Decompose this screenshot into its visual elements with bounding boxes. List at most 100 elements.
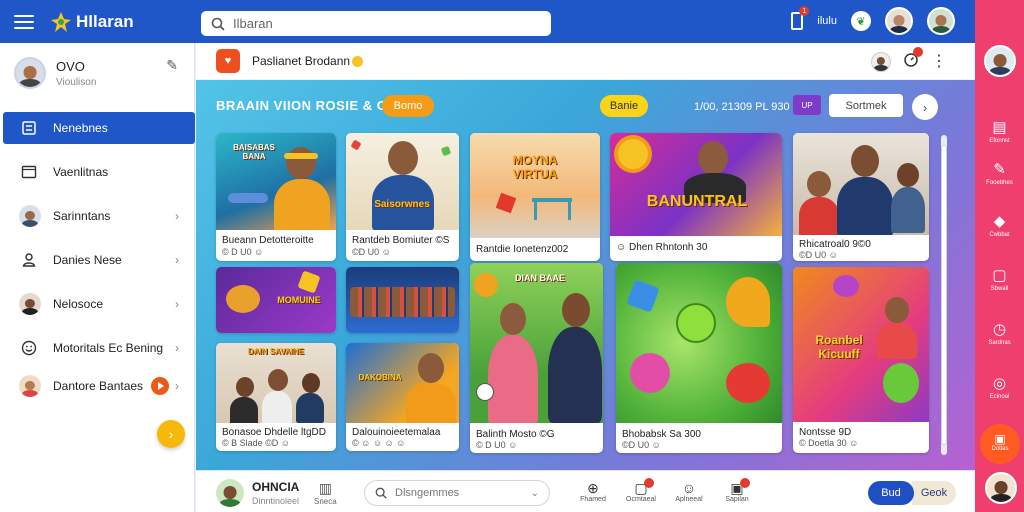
edit-icon[interactable]: ✎ [166,57,178,74]
avatar[interactable] [984,45,1016,77]
video-card[interactable]: Rhicatroal0 9©0 ©D U0 ☺ [793,133,929,261]
filter-pill-yellow[interactable]: Banie [600,95,648,117]
profile-header[interactable]: OVO Vioulison [0,43,194,103]
video-card[interactable]: BAISABAS BANA Bueann Detotteroitte © D U… [216,133,336,261]
leaf-icon[interactable]: ❦ [851,11,871,31]
video-thumbnail: DAKOBINA [346,343,459,423]
chat-button[interactable]: ▢ Ocmtaeal [624,478,658,503]
user-avatar[interactable] [985,472,1017,504]
profile-subtitle: Vioulison [56,76,97,88]
rail-item-chat[interactable]: ◆ Cwbbat [977,212,1022,238]
sidebar-item-label: Nenebnes [53,121,108,135]
video-card[interactable]: DIAN BAAE Balinth Mosto ©G © D U0 ☺ [470,263,603,453]
store-button[interactable]: ▥ Sneca [314,480,337,506]
sidebar-item-dantore[interactable]: Dantore Bantaes › [3,370,195,402]
sidebar-item-danies[interactable]: Danies Nese › [3,244,195,276]
bottom-search-input[interactable]: Dlsngemmes ⌄ [364,480,550,506]
pen-icon: ✎ [993,161,1006,178]
sidebar-item-home[interactable]: Nenebnes [3,112,195,144]
timer-icon[interactable] [903,47,923,72]
sidebar: OVO Vioulison ✎ Nenebnes Vaenlitnas Sari… [0,43,195,512]
sidebar-item-sarinntans[interactable]: Sarinntans › [3,200,195,232]
rail-item-frame[interactable]: ▢ Sbwall [977,266,1022,292]
bottom-bar: OHNCIA Dinntinoleel ▥ Sneca Dlsngemmes ⌄ … [196,470,975,512]
next-arrow-button[interactable]: › [912,94,938,120]
notification-dot [740,478,750,488]
video-card[interactable] [346,267,459,333]
video-card[interactable]: Bhobabsk Sa 300 ©D U0 ☺ [616,263,782,453]
date-label: 1/00, 21309 PL 930 [694,101,790,113]
video-card[interactable]: MOYNA VIRTUA Rantdie Ionetenz002 [470,133,600,261]
person-figure [296,373,324,423]
ball-button[interactable]: ⊕ Fhamed [576,480,610,503]
video-title: Bhobabsk Sa 300 [622,429,701,440]
primary-button[interactable]: Bud [868,481,914,505]
avatar[interactable] [216,479,244,507]
view-toggle-button[interactable]: UP [793,95,821,115]
chevron-right-icon: › [175,341,179,355]
rail-item-active[interactable]: ▣ Dotlas [980,424,1020,464]
chevron-right-icon: › [175,297,179,311]
rail-item-ecinoal[interactable]: ◎ Ecinoal [977,374,1022,400]
person-figure [680,139,750,203]
app-logo[interactable]: Hllaran [50,11,134,33]
smile-icon: ☺ [681,480,697,496]
phone-icon[interactable]: 1 [791,6,810,30]
channel-logo-icon[interactable]: ♥ [216,49,240,73]
video-meta: © D U0 ☺ [476,440,518,450]
person-figure [368,139,438,230]
sidebar-item-window[interactable]: Vaenlitnas [3,156,195,188]
avatar[interactable] [871,51,891,72]
avatar[interactable] [885,7,913,35]
right-rail: ▤ Efonnst ✎ Fooebhes ◆ Cwbbat ▢ Sbwall ◷ Sard… [975,0,1024,512]
active-icon: ▣ [994,432,1006,446]
bottom-icon-label: Aplneeal [675,496,703,503]
scrollbar[interactable] [941,135,947,455]
store-label: Sneca [314,497,337,506]
video-title: Rantdie Ionetenz002 [476,244,569,255]
live-play-icon[interactable] [151,377,170,395]
person-figure [406,353,456,423]
filter-pill-orange[interactable]: Bomo [382,95,434,117]
video-meta: ©D U0 ☺ [352,247,391,257]
menu-icon[interactable] [14,14,34,29]
rail-label: Ecinoal [989,394,1010,400]
person-figure [488,303,538,423]
rail-label: Sbwall [990,286,1009,292]
scrollbar-thumb[interactable] [941,145,947,445]
person-figure [891,163,925,233]
rail-item-clock[interactable]: ◷ Sardnas [977,320,1022,346]
video-thumbnail [616,263,782,423]
sort-button[interactable]: Sortmek [829,94,903,117]
secondary-button[interactable]: Geok [912,481,956,505]
sidebar-item-nelosoce[interactable]: Nelosoce › [3,288,195,320]
search-input[interactable]: Ilbaran [201,11,551,36]
notification-badge: 1 [799,6,810,16]
video-card[interactable]: Saisorwnes Rantdeb Bomiuter ©S ©D U0 ☺ [346,133,459,261]
calendar-button[interactable]: ▣ Sapilan [720,478,754,503]
smile-button[interactable]: ☺ Aplneeal [672,480,706,503]
top-text-label[interactable]: ilulu [817,15,837,27]
emoji-icon [352,56,364,68]
bottom-icon-label: Sapilan [725,496,749,503]
video-card[interactable]: MOMUINE [216,267,336,333]
video-meta: © D U0 ☺ [222,247,264,257]
user-avatar[interactable] [927,7,955,35]
video-card[interactable]: Roanbel Kicuuff Nontsse 9D © Doetla 30 ☺ [793,267,929,453]
ball-icon: ⊕ [587,480,599,496]
sidebar-item-motoritals[interactable]: Motoritals Ec Bening › [3,332,195,364]
expand-button[interactable]: › [157,420,185,448]
thumbnail-title: BANUNTRAL [646,193,748,210]
video-card[interactable]: DAKOBINA Dalouinoieetemalaa © ☺ ☺ ☺ ☺ [346,343,459,451]
video-thumbnail: DIAN BAAE [470,263,603,423]
chevron-right-icon: › [175,253,179,267]
more-options-icon[interactable]: ⋮ [931,53,947,70]
rail-item-document[interactable]: ▤ Efonnst [977,118,1022,144]
video-meta: © ☺ ☺ ☺ ☺ [352,438,406,448]
video-card[interactable]: BANUNTRAL ☺ Dhen Rhntonh 30 [610,133,782,261]
video-card[interactable]: DAIN SAVAINE Bonasoe Dhdelle ltgDD © B S… [216,343,336,451]
rail-item-pen[interactable]: ✎ Fooebhes [977,160,1022,186]
thumbnail-title: Saisorwnes [374,199,430,210]
thumbnail-title: Roanbel Kicuuff [815,333,863,361]
search-placeholder: Dlsngemmes [395,487,460,499]
